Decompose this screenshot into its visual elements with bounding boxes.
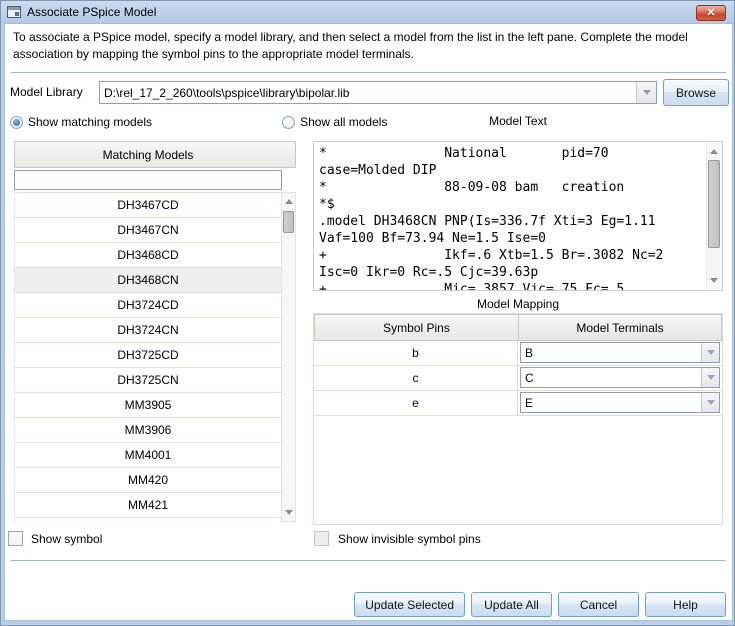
model-filter-input[interactable] bbox=[14, 170, 282, 190]
show-matching-models-label[interactable]: Show matching models bbox=[28, 115, 152, 129]
mapping-row: bB bbox=[314, 341, 722, 366]
model-mapping-rows: bBcCeE bbox=[314, 341, 722, 416]
dialog-body: To associate a PSpice model, specify a m… bbox=[4, 23, 733, 621]
list-item[interactable]: MM420 bbox=[15, 468, 281, 493]
list-item[interactable]: MM3906 bbox=[15, 418, 281, 443]
symbol-pin: c bbox=[314, 366, 518, 390]
window-icon bbox=[7, 6, 21, 18]
matching-models-header-corner bbox=[281, 141, 296, 168]
terminal-value[interactable]: C bbox=[521, 371, 701, 385]
model-terminal-cell: C bbox=[518, 366, 722, 390]
cancel-button[interactable]: Cancel bbox=[558, 592, 639, 617]
close-button[interactable]: ✕ bbox=[696, 5, 726, 21]
instruction-line-1: To associate a PSpice model, specify a m… bbox=[13, 30, 688, 44]
show-symbol-checkbox[interactable] bbox=[8, 531, 23, 546]
list-item[interactable]: DH3467CN bbox=[15, 218, 281, 243]
chevron-down-icon[interactable] bbox=[636, 82, 656, 103]
mapping-row: cC bbox=[314, 366, 722, 391]
model-terminal-cell: B bbox=[518, 341, 722, 365]
terminal-value[interactable]: B bbox=[521, 346, 701, 360]
terminal-combobox[interactable]: B bbox=[520, 342, 720, 363]
symbol-pins-column-header: Symbol Pins bbox=[314, 314, 518, 341]
model-text-label: Model Text bbox=[313, 114, 723, 128]
list-item[interactable]: DH3724CD bbox=[15, 293, 281, 318]
top-separator bbox=[11, 72, 726, 73]
list-item[interactable]: DH3467CD bbox=[15, 193, 281, 218]
scroll-down-icon[interactable] bbox=[282, 505, 295, 520]
model-mapping-header: Symbol Pins Model Terminals bbox=[314, 314, 722, 341]
model-library-label: Model Library bbox=[10, 85, 83, 99]
terminal-combobox[interactable]: E bbox=[520, 392, 720, 413]
scrollbar-thumb[interactable] bbox=[708, 160, 720, 248]
model-text-panel: * National pid=70 case=Molded DIP * 88-0… bbox=[313, 141, 723, 291]
show-matching-models-radio[interactable] bbox=[10, 116, 23, 129]
symbol-pin: b bbox=[314, 341, 518, 365]
show-invisible-symbol-pins-label: Show invisible symbol pins bbox=[338, 532, 481, 546]
scroll-down-icon[interactable] bbox=[707, 273, 721, 288]
instruction-text: To associate a PSpice model, specify a m… bbox=[13, 29, 727, 63]
terminal-combobox[interactable]: C bbox=[520, 367, 720, 388]
instruction-line-2: association by mapping the symbol pins t… bbox=[13, 47, 414, 61]
model-library-combobox[interactable]: D:\rel_17_2_260\tools\pspice\library\bip… bbox=[99, 81, 657, 104]
list-item[interactable]: MM4001 bbox=[15, 443, 281, 468]
update-selected-button[interactable]: Update Selected bbox=[354, 592, 465, 617]
show-invisible-symbol-pins-checkbox[interactable] bbox=[314, 531, 329, 546]
scroll-up-icon[interactable] bbox=[282, 194, 295, 209]
show-all-models-radio[interactable] bbox=[282, 116, 295, 129]
show-symbol-label[interactable]: Show symbol bbox=[31, 532, 102, 546]
scrollbar-thumb[interactable] bbox=[283, 211, 294, 233]
bottom-separator bbox=[11, 560, 726, 561]
list-item[interactable]: DH3468CD bbox=[15, 243, 281, 268]
footer-buttons: Update SelectedUpdate AllCancelHelp bbox=[354, 592, 726, 617]
list-item[interactable]: DH3724CN bbox=[15, 318, 281, 343]
list-item[interactable]: DH3725CN bbox=[15, 368, 281, 393]
model-text-scrollbar[interactable] bbox=[706, 143, 721, 289]
scroll-up-icon[interactable] bbox=[707, 144, 721, 159]
terminal-value[interactable]: E bbox=[521, 396, 701, 410]
list-item[interactable]: DH3725CD bbox=[15, 343, 281, 368]
list-item[interactable]: MM3905 bbox=[15, 393, 281, 418]
update-all-button[interactable]: Update All bbox=[471, 592, 552, 617]
list-item[interactable]: MM421 bbox=[15, 493, 281, 518]
mapping-row: eE bbox=[314, 391, 722, 416]
list-item[interactable]: DH3468CN bbox=[15, 268, 281, 293]
matching-models-header: Matching Models bbox=[14, 141, 282, 168]
chevron-down-icon[interactable] bbox=[701, 393, 719, 412]
browse-button[interactable]: Browse bbox=[663, 79, 729, 106]
model-library-value[interactable]: D:\rel_17_2_260\tools\pspice\library\bip… bbox=[100, 86, 636, 100]
help-button[interactable]: Help bbox=[645, 592, 726, 617]
model-terminals-column-header: Model Terminals bbox=[518, 314, 722, 341]
chevron-down-icon[interactable] bbox=[701, 343, 719, 362]
model-text-content[interactable]: * National pid=70 case=Molded DIP * 88-0… bbox=[314, 142, 705, 290]
model-terminal-cell: E bbox=[518, 391, 722, 415]
window-title: Associate PSpice Model bbox=[27, 5, 156, 19]
associate-pspice-model-dialog: Associate PSpice Model ✕ To associate a … bbox=[0, 0, 735, 626]
list-item[interactable]: MM4258 bbox=[15, 518, 281, 522]
model-mapping-label: Model Mapping bbox=[313, 297, 723, 311]
matching-models-scrollbar[interactable] bbox=[281, 192, 296, 522]
close-icon: ✕ bbox=[706, 8, 715, 19]
model-mapping-panel: Symbol Pins Model Terminals bBcCeE bbox=[313, 313, 723, 525]
matching-models-list[interactable]: DH3467CDDH3467CNDH3468CDDH3468CNDH3724CD… bbox=[14, 192, 282, 522]
title-bar[interactable]: Associate PSpice Model ✕ bbox=[1, 1, 734, 23]
symbol-pin: e bbox=[314, 391, 518, 415]
chevron-down-icon[interactable] bbox=[701, 368, 719, 387]
